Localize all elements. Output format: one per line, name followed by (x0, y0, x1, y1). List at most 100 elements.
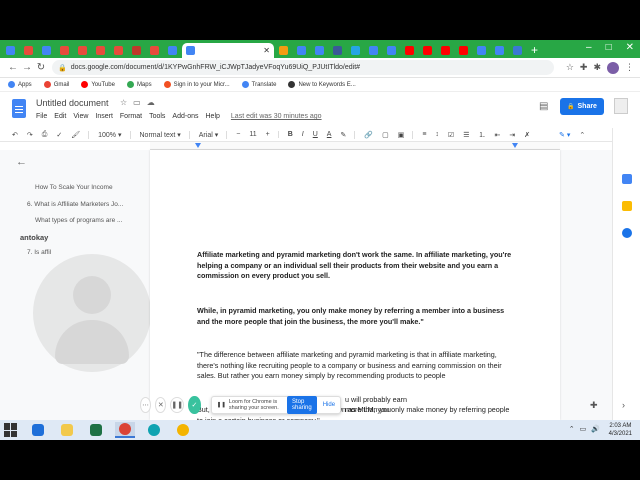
chevron-right-icon[interactable]: › (622, 400, 625, 410)
maximize-button[interactable]: □ (606, 42, 612, 53)
browser-tab[interactable] (419, 43, 436, 58)
bookmark-star-icon[interactable]: ☆ (566, 62, 574, 73)
link-icon[interactable]: 🔗 (364, 131, 373, 139)
browser-tab[interactable] (38, 43, 55, 58)
browser-tab[interactable] (275, 43, 292, 58)
menu-item-help[interactable]: Help (206, 113, 220, 120)
browser-tab[interactable] (56, 43, 73, 58)
font-size-decrease-button[interactable]: − (236, 131, 240, 138)
extensions-puzzle-icon[interactable]: ✱ (593, 62, 601, 73)
hide-button[interactable]: Hide (323, 402, 335, 408)
menu-item-add-ons[interactable]: Add-ons (172, 113, 198, 120)
taskbar-chrome[interactable] (115, 422, 135, 438)
user-avatar[interactable] (614, 98, 628, 114)
menu-item-view[interactable]: View (73, 113, 88, 120)
menu-item-edit[interactable]: Edit (54, 113, 66, 120)
reload-icon[interactable]: ↻ (34, 62, 48, 73)
document-page[interactable]: Affiliate marketing and pyramid marketin… (150, 150, 560, 425)
browser-tab[interactable] (293, 43, 310, 58)
browser-tab[interactable] (473, 43, 490, 58)
image-icon[interactable]: ▣ (398, 130, 414, 139)
italic-button[interactable]: I (302, 131, 304, 138)
bookmark-item[interactable]: YouTube (81, 81, 115, 88)
cancel-recording-icon[interactable]: ✕ (155, 397, 167, 413)
indent-decrease-icon[interactable]: ⇤ (494, 131, 500, 139)
redo-icon[interactable]: ↷ (27, 131, 33, 139)
browser-tab[interactable] (365, 43, 382, 58)
font-select[interactable]: Arial ▾ (199, 130, 228, 139)
network-icon[interactable]: ▭ (580, 425, 587, 433)
highlight-icon[interactable]: ✎ (340, 130, 356, 139)
minimize-button[interactable]: – (586, 42, 592, 53)
menu-item-tools[interactable]: Tools (149, 113, 165, 120)
browser-tab[interactable] (401, 43, 418, 58)
collapse-menus-icon[interactable]: ⌃ (579, 131, 585, 139)
menu-item-insert[interactable]: Insert (95, 113, 113, 120)
zoom-select[interactable]: 100% ▾ (98, 130, 131, 139)
docs-logo-icon[interactable] (12, 99, 26, 118)
bookmark-item[interactable]: Maps (126, 81, 152, 88)
browser-tab[interactable] (491, 43, 508, 58)
outline-item[interactable]: 7. Is affil (27, 249, 51, 256)
browser-tab[interactable] (311, 43, 328, 58)
close-window-button[interactable]: ✕ (626, 42, 634, 53)
last-edit-link[interactable]: Last edit was 30 minutes ago (231, 113, 322, 120)
move-folder-icon[interactable]: ▭ (133, 98, 141, 107)
forward-icon[interactable]: → (20, 62, 34, 73)
share-button[interactable]: 🔒 Share (560, 98, 604, 115)
bold-button[interactable]: B (288, 131, 293, 138)
browser-tab[interactable] (74, 43, 91, 58)
clock[interactable]: 2:03 AM 4/3/2021 (609, 422, 632, 438)
ruler[interactable] (150, 142, 560, 150)
explore-icon[interactable]: ✚ (590, 400, 598, 411)
font-size-increase-button[interactable]: + (266, 131, 279, 138)
browser-tab[interactable] (509, 43, 526, 58)
outline-item[interactable]: What types of programs are ... (35, 217, 122, 224)
stop-sharing-button[interactable]: Stop sharing (287, 396, 317, 414)
windows-start-icon[interactable] (4, 423, 18, 437)
browser-tab[interactable] (383, 43, 400, 58)
editing-mode-icon[interactable]: ✎ ▾ (559, 131, 570, 139)
taskbar-edge[interactable] (144, 422, 164, 438)
close-tab-icon[interactable]: ✕ (263, 46, 270, 55)
spellcheck-icon[interactable]: ✓ (56, 131, 62, 139)
bookmark-item[interactable]: Translate (241, 81, 276, 88)
outline-item[interactable]: antokay (20, 233, 48, 242)
bookmark-item[interactable]: Apps (8, 81, 32, 88)
extension-icon[interactable]: ✚ (580, 62, 588, 73)
url-input[interactable]: 🔒 docs.google.com/document/d/1KYPwGnhFRW… (52, 60, 554, 75)
menu-item-file[interactable]: File (36, 113, 47, 120)
align-icon[interactable]: ≡ (422, 131, 426, 138)
new-tab-button[interactable]: + (531, 43, 538, 58)
taskbar-excel[interactable] (86, 422, 106, 438)
outline-item[interactable]: 6. What is Affiliate Marketers Jo... (27, 201, 123, 208)
back-icon[interactable]: ← (6, 62, 20, 73)
cloud-status-icon[interactable]: ☁ (147, 98, 155, 107)
indent-increase-icon[interactable]: ⇥ (509, 131, 515, 139)
browser-tab[interactable] (146, 43, 163, 58)
keep-icon[interactable] (622, 201, 632, 211)
text-color-button[interactable]: A (327, 131, 332, 138)
calendar-icon[interactable] (622, 174, 632, 184)
right-indent-marker[interactable] (512, 143, 518, 148)
numbered-list-icon[interactable]: ⒈ (478, 130, 485, 140)
browser-tab[interactable] (2, 43, 19, 58)
left-indent-marker[interactable] (195, 143, 201, 148)
bookmark-item[interactable]: Gmail (43, 81, 69, 88)
menu-dots-icon[interactable]: ⋮ (625, 62, 634, 73)
style-select[interactable]: Normal text ▾ (140, 130, 190, 139)
checklist-icon[interactable]: ☑ (448, 131, 454, 139)
browser-tab[interactable] (92, 43, 109, 58)
bullet-list-icon[interactable]: ☰ (463, 131, 469, 139)
chevron-up-icon[interactable]: ⌃ (569, 425, 575, 433)
pause-icon[interactable]: ❚❚ (170, 397, 185, 413)
bookmark-item[interactable]: Sign in to your Micr... (163, 81, 230, 88)
browser-tab[interactable] (164, 43, 181, 58)
browser-tab[interactable] (347, 43, 364, 58)
outline-item[interactable]: How To Scale Your Income (35, 184, 113, 191)
browser-tab[interactable] (128, 43, 145, 58)
clear-formatting-icon[interactable]: ✗ (524, 131, 530, 139)
volume-icon[interactable]: 🔊 (591, 425, 600, 433)
paint-format-icon[interactable]: 🖌 (71, 130, 90, 139)
line-spacing-icon[interactable]: ↕ (435, 131, 439, 138)
